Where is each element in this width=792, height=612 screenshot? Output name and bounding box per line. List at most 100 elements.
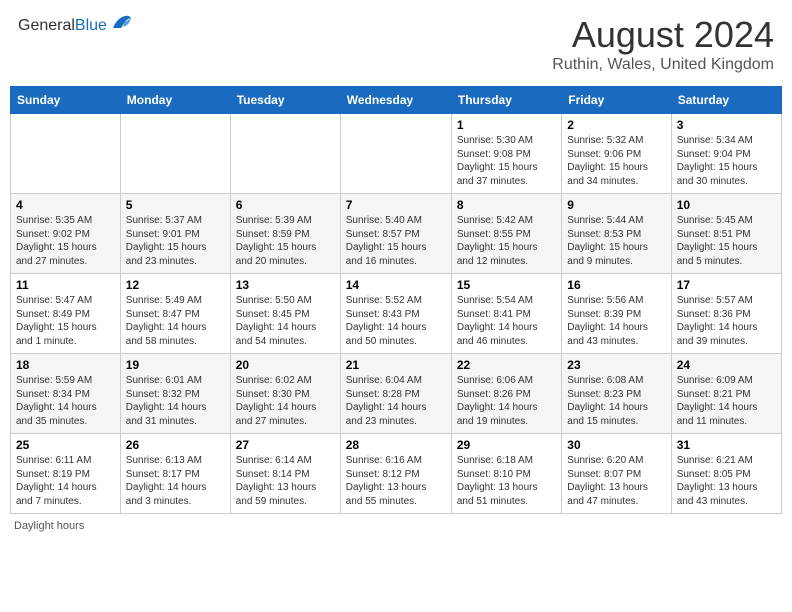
calendar-cell: 6Sunrise: 5:39 AMSunset: 8:59 PMDaylight… (230, 194, 340, 274)
day-info: Sunrise: 6:01 AMSunset: 8:32 PMDaylight:… (126, 374, 225, 428)
day-number: 2 (567, 118, 665, 132)
calendar-week-row: 18 Sunrise: 5:59 AMSunset: 8:34 PMDayligh… (11, 354, 782, 434)
day-info: Sunrise: 5:59 AMSunset: 8:34 PMDaylight:… (16, 374, 115, 428)
calendar-week-row: 4 Sunrise: 5:35 AMSunset: 9:02 PMDaylight… (11, 194, 782, 274)
day-info: Sunrise: 6:13 AMSunset: 8:17 PMDaylight:… (126, 454, 225, 508)
calendar-day-header: Thursday (451, 87, 561, 114)
calendar-week-row: 25 Sunrise: 6:11 AMSunset: 8:19 PMDayligh… (11, 434, 782, 514)
day-number: 9 (567, 198, 665, 212)
calendar-cell: 8Sunrise: 5:42 AMSunset: 8:55 PMDaylight… (451, 194, 561, 274)
calendar-cell: 25 Sunrise: 6:11 AMSunset: 8:19 PMDayligh… (11, 434, 121, 514)
day-info: Sunrise: 5:39 AMSunset: 8:59 PMDaylight:… (236, 214, 335, 268)
day-number: 15 (457, 278, 556, 292)
calendar-cell: 22 Sunrise: 6:06 AMSunset: 8:26 PMDayligh… (451, 354, 561, 434)
calendar-cell: 14Sunrise: 5:52 AMSunset: 8:43 PMDayligh… (340, 274, 451, 354)
day-info: Sunrise: 5:37 AMSunset: 9:01 PMDaylight:… (126, 214, 225, 268)
day-info: Sunrise: 6:20 AMSunset: 8:07 PMDaylight:… (567, 454, 665, 508)
calendar-day-header: Friday (562, 87, 671, 114)
calendar-cell: 19Sunrise: 6:01 AMSunset: 8:32 PMDayligh… (120, 354, 230, 434)
calendar-table: SundayMondayTuesdayWednesdayThursdayFrid… (10, 86, 782, 514)
day-info: Sunrise: 6:02 AMSunset: 8:30 PMDaylight:… (236, 374, 335, 428)
day-number: 5 (126, 198, 225, 212)
day-number: 7 (346, 198, 446, 212)
day-number: 29 (457, 438, 556, 452)
calendar-cell: 20 Sunrise: 6:02 AMSunset: 8:30 PMDayligh… (230, 354, 340, 434)
calendar-cell: 26 Sunrise: 6:13 AMSunset: 8:17 PMDayligh… (120, 434, 230, 514)
calendar-cell: 4 Sunrise: 5:35 AMSunset: 9:02 PMDaylight… (11, 194, 121, 274)
day-info: Sunrise: 5:50 AMSunset: 8:45 PMDaylight:… (236, 294, 335, 348)
day-number: 22 (457, 358, 556, 372)
daylight-label: Daylight hours (14, 520, 84, 532)
day-number: 18 (16, 358, 115, 372)
day-number: 17 (677, 278, 776, 292)
calendar-cell (230, 114, 340, 194)
day-info: Sunrise: 5:56 AMSunset: 8:39 PMDaylight:… (567, 294, 665, 348)
calendar-cell: 27Sunrise: 6:14 AMSunset: 8:14 PMDayligh… (230, 434, 340, 514)
day-number: 31 (677, 438, 776, 452)
day-number: 23 (567, 358, 665, 372)
logo-blue: Blue (75, 17, 107, 34)
calendar-cell: 17 Sunrise: 5:57 AMSunset: 8:36 PMDayligh… (671, 274, 781, 354)
day-info: Sunrise: 6:18 AMSunset: 8:10 PMDaylight:… (457, 454, 556, 508)
logo: GeneralBlue (18, 14, 133, 37)
calendar-cell: 13 Sunrise: 5:50 AMSunset: 8:45 PMDayligh… (230, 274, 340, 354)
calendar-day-header: Monday (120, 87, 230, 114)
day-number: 4 (16, 198, 115, 212)
calendar-cell: 31 Sunrise: 6:21 AMSunset: 8:05 PMDayligh… (671, 434, 781, 514)
day-info: Sunrise: 5:32 AMSunset: 9:06 PMDaylight:… (567, 134, 665, 188)
calendar-day-header: Wednesday (340, 87, 451, 114)
calendar-cell: 12Sunrise: 5:49 AMSunset: 8:47 PMDayligh… (120, 274, 230, 354)
calendar-cell (11, 114, 121, 194)
day-number: 26 (126, 438, 225, 452)
calendar-cell: 23Sunrise: 6:08 AMSunset: 8:23 PMDayligh… (562, 354, 671, 434)
day-info: Sunrise: 5:49 AMSunset: 8:47 PMDaylight:… (126, 294, 225, 348)
day-info: Sunrise: 5:30 AMSunset: 9:08 PMDaylight:… (457, 134, 556, 188)
calendar-header-row: SundayMondayTuesdayWednesdayThursdayFrid… (11, 87, 782, 114)
calendar-cell: 11 Sunrise: 5:47 AMSunset: 8:49 PMDayligh… (11, 274, 121, 354)
day-info: Sunrise: 6:09 AMSunset: 8:21 PMDaylight:… (677, 374, 776, 428)
calendar-day-header: Tuesday (230, 87, 340, 114)
day-number: 25 (16, 438, 115, 452)
title-block: August 2024 Ruthin, Wales, United Kingdo… (552, 14, 774, 74)
calendar-cell: 3Sunrise: 5:34 AMSunset: 9:04 PMDaylight… (671, 114, 781, 194)
day-number: 27 (236, 438, 335, 452)
month-title: August 2024 (552, 14, 774, 56)
day-info: Sunrise: 5:40 AMSunset: 8:57 PMDaylight:… (346, 214, 446, 268)
day-info: Sunrise: 6:06 AMSunset: 8:26 PMDaylight:… (457, 374, 556, 428)
calendar-cell: 2 Sunrise: 5:32 AMSunset: 9:06 PMDaylight… (562, 114, 671, 194)
logo-general: General (18, 17, 75, 34)
calendar-cell: 16Sunrise: 5:56 AMSunset: 8:39 PMDayligh… (562, 274, 671, 354)
day-number: 20 (236, 358, 335, 372)
calendar-cell: 28 Sunrise: 6:16 AMSunset: 8:12 PMDayligh… (340, 434, 451, 514)
day-info: Sunrise: 6:11 AMSunset: 8:19 PMDaylight:… (16, 454, 115, 508)
footer: Daylight hours (10, 520, 782, 532)
calendar-cell: 29 Sunrise: 6:18 AMSunset: 8:10 PMDayligh… (451, 434, 561, 514)
logo-text: GeneralBlue (18, 17, 107, 35)
day-number: 10 (677, 198, 776, 212)
day-number: 8 (457, 198, 556, 212)
day-number: 30 (567, 438, 665, 452)
day-info: Sunrise: 6:21 AMSunset: 8:05 PMDaylight:… (677, 454, 776, 508)
day-info: Sunrise: 5:54 AMSunset: 8:41 PMDaylight:… (457, 294, 556, 348)
day-info: Sunrise: 5:57 AMSunset: 8:36 PMDaylight:… (677, 294, 776, 348)
calendar-day-header: Saturday (671, 87, 781, 114)
calendar-cell: 30 Sunrise: 6:20 AMSunset: 8:07 PMDayligh… (562, 434, 671, 514)
calendar-cell: 1 Sunrise: 5:30 AMSunset: 9:08 PMDaylight… (451, 114, 561, 194)
calendar-cell: 9Sunrise: 5:44 AMSunset: 8:53 PMDaylight… (562, 194, 671, 274)
calendar-cell: 15 Sunrise: 5:54 AMSunset: 8:41 PMDayligh… (451, 274, 561, 354)
calendar-cell: 18 Sunrise: 5:59 AMSunset: 8:34 PMDayligh… (11, 354, 121, 434)
day-info: Sunrise: 5:47 AMSunset: 8:49 PMDaylight:… (16, 294, 115, 348)
calendar-cell: 7 Sunrise: 5:40 AMSunset: 8:57 PMDaylight… (340, 194, 451, 274)
day-info: Sunrise: 5:52 AMSunset: 8:43 PMDaylight:… (346, 294, 446, 348)
day-number: 21 (346, 358, 446, 372)
day-number: 13 (236, 278, 335, 292)
day-number: 24 (677, 358, 776, 372)
logo-bird-icon (111, 14, 133, 37)
day-number: 28 (346, 438, 446, 452)
day-info: Sunrise: 6:16 AMSunset: 8:12 PMDaylight:… (346, 454, 446, 508)
calendar-week-row: 11 Sunrise: 5:47 AMSunset: 8:49 PMDayligh… (11, 274, 782, 354)
day-number: 11 (16, 278, 115, 292)
day-number: 1 (457, 118, 556, 132)
day-info: Sunrise: 5:45 AMSunset: 8:51 PMDaylight:… (677, 214, 776, 268)
day-info: Sunrise: 5:35 AMSunset: 9:02 PMDaylight:… (16, 214, 115, 268)
